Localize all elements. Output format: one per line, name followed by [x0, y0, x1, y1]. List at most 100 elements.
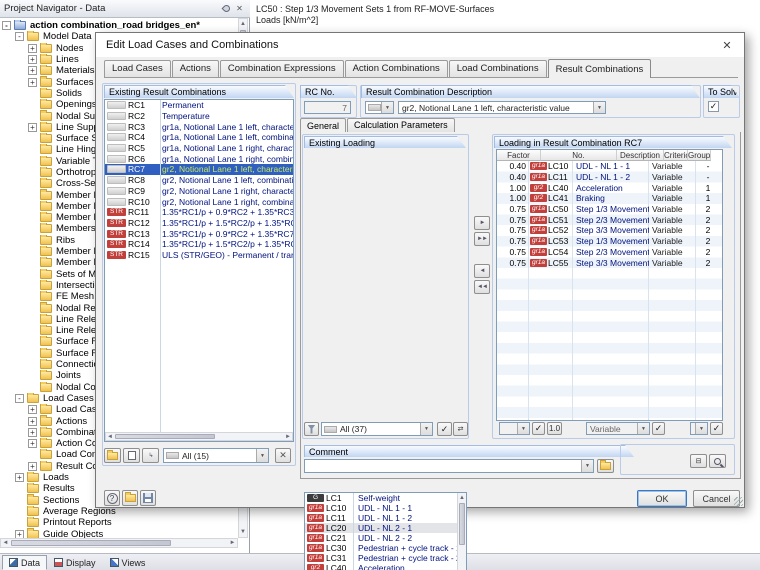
tree-item[interactable]: Printout Reports	[0, 517, 239, 528]
criterion-cell[interactable]: Variable	[649, 204, 696, 214]
pin-icon[interactable]	[220, 2, 233, 15]
resize-grip[interactable]	[734, 497, 743, 506]
chevron-down-icon[interactable]: ▼	[517, 423, 529, 434]
tree-expander-icon[interactable]: +	[28, 122, 37, 132]
factor-cell[interactable]: 0.75	[497, 215, 529, 225]
select-all-button[interactable]	[437, 422, 452, 436]
dialog-tab[interactable]: Actions	[171, 60, 219, 77]
scroll-up-icon[interactable]: ▲	[239, 19, 247, 29]
close-icon[interactable]: ✕	[233, 2, 246, 15]
factor-cell[interactable]: 0.75	[497, 258, 529, 268]
group-cell[interactable]: 2	[696, 204, 720, 214]
factor-one-button[interactable]: 1.0	[547, 422, 562, 435]
dialog-tab[interactable]: Combination Expressions	[219, 60, 344, 77]
group-cell[interactable]: 1	[696, 193, 720, 203]
group-cell[interactable]: 2	[696, 247, 720, 257]
result-combinations-list[interactable]: RC1 Permanent RC2 Temperature RC3 gr1a, …	[104, 99, 294, 442]
copy-rc-button[interactable]	[123, 448, 140, 463]
rc-list-horizontal-scrollbar[interactable]: ◄ ►	[105, 432, 293, 441]
group-cell[interactable]: -	[696, 172, 720, 182]
factor-cell[interactable]: 0.40	[497, 172, 529, 182]
tree-expander-icon[interactable]: +	[28, 43, 37, 53]
to-solve-checkbox[interactable]	[708, 101, 719, 112]
factor-cell[interactable]: 0.75	[497, 204, 529, 214]
tree-expander-icon[interactable]: +	[28, 66, 37, 76]
tree-expander-icon[interactable]: +	[15, 473, 24, 483]
result-combination-row[interactable]: RC7 gr2, Notional Lane 1 left, character…	[105, 164, 293, 175]
group-cell[interactable]: 2	[696, 215, 720, 225]
result-combination-row[interactable]: RC3 gr1a, Notional Lane 1 left, characte…	[105, 121, 293, 132]
result-combination-row[interactable]: STR RC14 1.35*RC1/p + 1.5*RC2/p + 1.35*R…	[105, 239, 293, 250]
criterion-cell[interactable]: Variable	[649, 247, 696, 257]
tree-item[interactable]: + Guide Objects	[0, 528, 239, 538]
tree-horizontal-scrollbar[interactable]: ◄ ►	[0, 538, 238, 548]
remove-from-combination-button[interactable]: ◄	[474, 264, 490, 278]
criterion-combo[interactable]: Variable ▼	[586, 422, 650, 435]
dialog-title-bar[interactable]: Edit Load Cases and Combinations ✕	[96, 33, 744, 57]
group-cell[interactable]: 2	[696, 258, 720, 268]
add-all-to-combination-button[interactable]: ►►	[474, 232, 490, 246]
new-rc-button[interactable]	[104, 448, 121, 463]
result-combination-row[interactable]: RC1 Permanent	[105, 100, 293, 111]
group-cell[interactable]: 2	[696, 225, 720, 235]
loading-row[interactable]: gr1a LC11 UDL - NL 1 - 2	[305, 513, 466, 523]
chevron-down-icon[interactable]: ▼	[256, 449, 268, 462]
tree-expander-icon[interactable]: +	[28, 427, 37, 437]
factor-cell[interactable]: 0.75	[497, 225, 529, 235]
rc-loading-row[interactable]: 0.75 gr1a LC50 Step 1/3 Movement Variable…	[497, 204, 722, 215]
rc-description-combo[interactable]: gr2, Notional Lane 1 left, characteristi…	[398, 101, 606, 114]
loading-row[interactable]: gr1a LC21 UDL - NL 2 - 2	[305, 533, 466, 543]
group-cell[interactable]: 2	[696, 236, 720, 246]
result-combination-row[interactable]: STR RC12 1.35*RC1/p + 1.5*RC2/p + 1.35*R…	[105, 218, 293, 229]
scrollbar-thumb[interactable]	[11, 540, 171, 546]
apply-criterion-button[interactable]	[652, 422, 665, 435]
group-combo[interactable]: ▼	[690, 422, 708, 435]
result-combination-row[interactable]: RC10 gr2, Notional Lane 1 right, combina…	[105, 196, 293, 207]
navigator-bottom-tab[interactable]: Data	[2, 555, 48, 570]
factor-combo[interactable]: ▼	[499, 422, 530, 435]
rc-loading-row[interactable]: 0.75 gr1a LC52 Step 3/3 Movement Variable…	[497, 225, 722, 236]
criterion-cell[interactable]: Variable	[649, 215, 696, 225]
factor-cell[interactable]: 0.40	[497, 161, 529, 171]
result-combination-row[interactable]: RC8 gr2, Notional Lane 1 left, combinati…	[105, 175, 293, 186]
cancel-button[interactable]: Cancel	[693, 490, 740, 507]
comment-combo[interactable]: ▼	[304, 459, 594, 473]
scrollbar-thumb[interactable]	[115, 434, 215, 439]
result-combination-row[interactable]: STR RC11 1.35*RC1/p + 0.9*RC2 + 1.35*RC3…	[105, 207, 293, 218]
loading-list-scrollbar[interactable]: ▲ ▼	[457, 493, 466, 570]
criterion-cell[interactable]: Variable	[649, 172, 696, 182]
rc-loading-row[interactable]: 0.75 gr1a LC54 Step 2/3 Movement Variable…	[497, 247, 722, 258]
apply-factor-button[interactable]	[532, 422, 545, 435]
help-button[interactable]	[104, 490, 120, 506]
renumber-rc-button[interactable]: ↳	[142, 448, 159, 463]
chevron-down-icon[interactable]: ▼	[695, 423, 707, 434]
rc-loading-row[interactable]: 0.75 gr1a LC51 Step 2/3 Movement Variable…	[497, 214, 722, 225]
chevron-down-icon[interactable]: ▼	[637, 423, 649, 434]
rc-filter-combo[interactable]: All (15) ▼	[163, 448, 269, 463]
tree-expander-icon[interactable]: +	[28, 55, 37, 65]
loading-row[interactable]: G LC1 Self-weight	[305, 493, 466, 503]
filter-button[interactable]	[304, 422, 319, 436]
chevron-down-icon[interactable]: ▼	[581, 460, 593, 472]
loading-row[interactable]: gr1a LC20 UDL - NL 2 - 1	[305, 523, 466, 533]
criterion-cell[interactable]: Variable	[649, 161, 696, 171]
group-cell[interactable]: 1	[696, 183, 720, 193]
comment-templates-button[interactable]	[597, 459, 614, 473]
result-combination-row[interactable]: STR RC13 1.35*RC1/p + 0.9*RC2 + 1.35*RC7…	[105, 228, 293, 239]
rc-no-field[interactable]: 7	[304, 101, 351, 114]
criterion-cell[interactable]: Variable	[649, 236, 696, 246]
dialog-tab[interactable]: Result Combinations	[547, 59, 652, 78]
sub-tab[interactable]: Calculation Parameters	[347, 118, 455, 132]
rc-loading-table[interactable]: FactorNo.DescriptionCriterionGroup 0.40 …	[496, 149, 723, 421]
tree-expander-icon[interactable]: +	[28, 416, 37, 426]
scroll-right-icon[interactable]: ►	[228, 539, 237, 547]
tree-expander-icon[interactable]: +	[15, 529, 24, 538]
scroll-down-icon[interactable]: ▼	[239, 527, 247, 537]
rc-loading-row[interactable]: 0.75 gr1a LC55 Step 3/3 Movement Variable…	[497, 257, 722, 268]
rc-loading-row[interactable]: 1.00 gr2 LC40 Acceleration Variable 1	[497, 182, 722, 193]
remove-all-from-combination-button[interactable]: ◄◄	[474, 280, 490, 294]
chevron-down-icon[interactable]: ▼	[420, 423, 432, 435]
criterion-cell[interactable]: Variable	[649, 193, 696, 203]
scrollbar-thumb[interactable]	[459, 503, 465, 545]
rc-color-combo[interactable]: ▼	[365, 101, 394, 114]
